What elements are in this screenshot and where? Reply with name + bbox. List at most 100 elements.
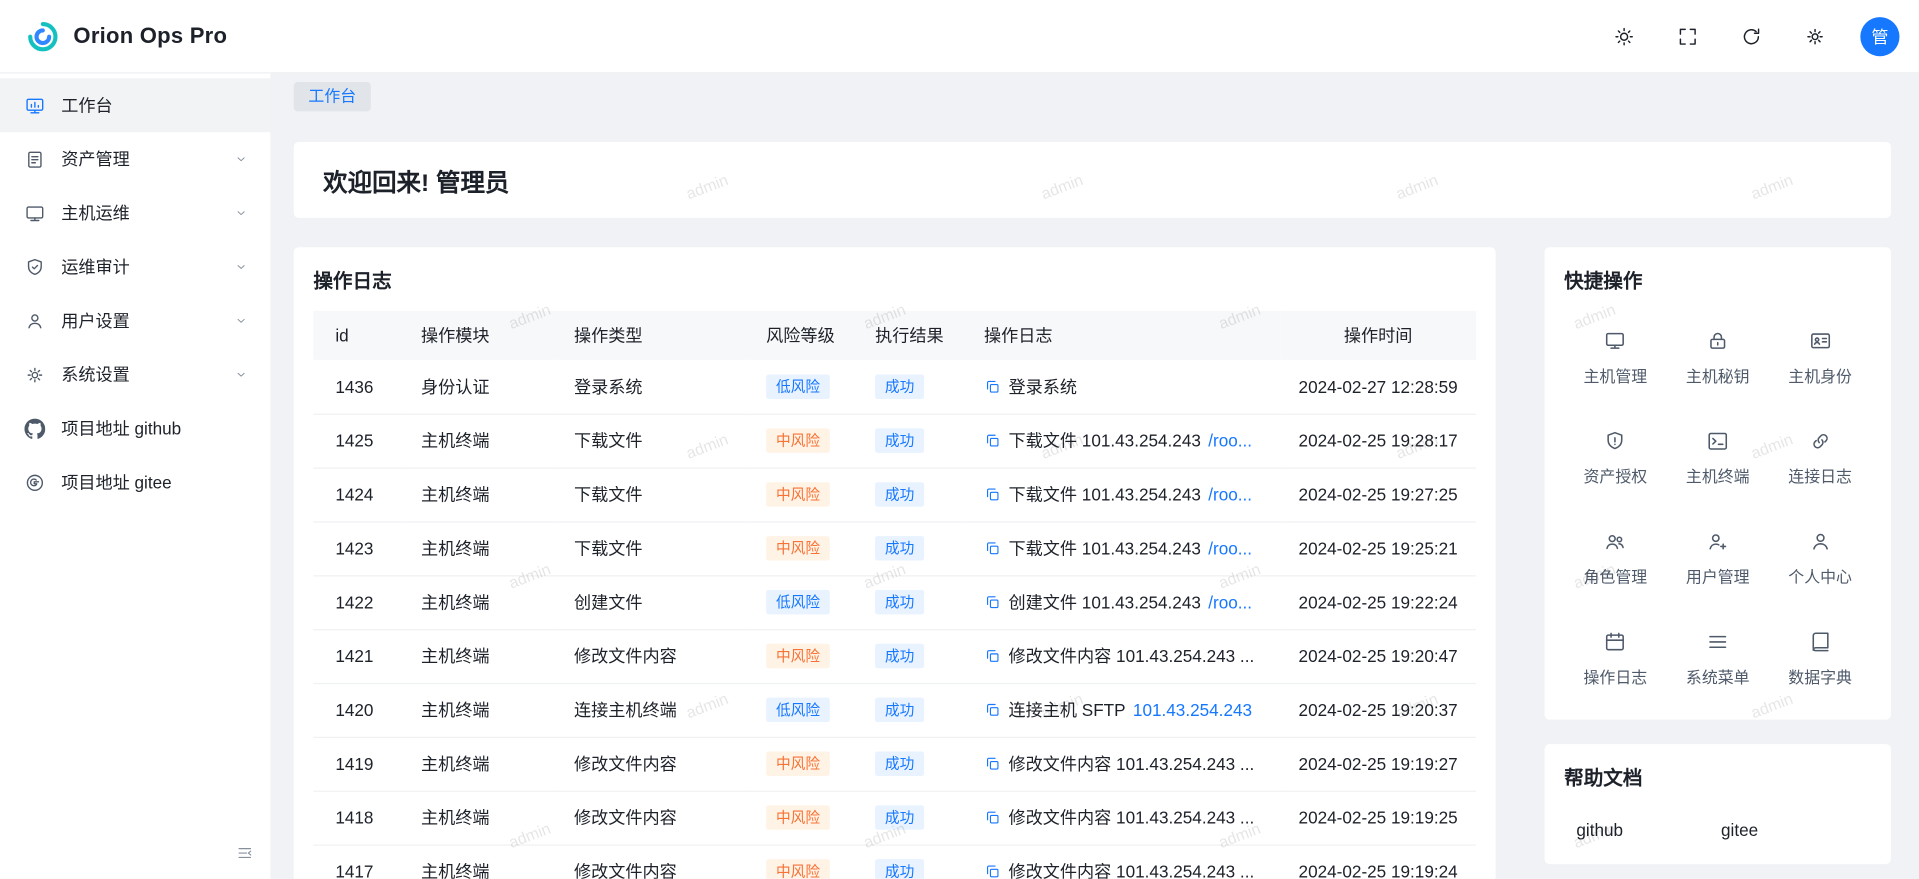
log-link[interactable]: 101.43.254.243 — [1133, 700, 1252, 720]
log-time-cell: 2024-02-25 19:27:25 — [1280, 468, 1476, 522]
log-time-cell: 2024-02-25 19:25:21 — [1280, 521, 1476, 575]
log-type-cell: 修改文件内容 — [554, 844, 746, 878]
quick-action-personal-center[interactable]: 个人中心 — [1769, 512, 1871, 605]
theme-toggle-button[interactable] — [1606, 18, 1643, 55]
log-message-cell: 下载文件 101.43.254.243 /roo... — [964, 521, 1280, 575]
quick-action-asset-authorization[interactable]: 资产授权 — [1564, 411, 1666, 504]
quick-action-label: 资产授权 — [1583, 463, 1647, 486]
sidebar-item-host-ops[interactable]: 主机运维 — [0, 186, 270, 240]
quick-action-label: 角色管理 — [1583, 564, 1647, 587]
log-link[interactable]: /roo... — [1208, 431, 1252, 451]
log-risk-cell: 中风险 — [747, 521, 856, 575]
risk-badge: 中风险 — [766, 805, 830, 829]
refresh-icon — [1740, 25, 1762, 47]
copy-icon[interactable] — [984, 755, 1001, 772]
log-result-cell: 成功 — [856, 468, 965, 522]
log-module-cell: 主机终端 — [401, 468, 554, 522]
refresh-button[interactable] — [1733, 18, 1770, 55]
app-title: Orion Ops Pro — [73, 23, 227, 49]
log-link[interactable]: /roo... — [1208, 485, 1252, 505]
sidebar-item-project-gitee[interactable]: 项目地址 gitee — [0, 455, 270, 509]
dashboard-icon — [24, 95, 45, 116]
fullscreen-button[interactable] — [1669, 18, 1706, 55]
log-type-cell: 修改文件内容 — [554, 737, 746, 791]
log-time-cell: 2024-02-25 19:19:25 — [1280, 791, 1476, 845]
column-header: 操作类型 — [554, 311, 746, 360]
copy-icon[interactable] — [984, 486, 1001, 503]
chevron-down-icon — [234, 152, 249, 167]
calendar-icon — [1604, 630, 1627, 653]
sidebar-collapse-button[interactable] — [234, 842, 256, 864]
collapse-menu-icon — [236, 844, 253, 861]
gear-icon — [1804, 25, 1826, 47]
log-module-cell: 主机终端 — [401, 737, 554, 791]
sidebar-item-system-settings[interactable]: 系统设置 — [0, 348, 270, 402]
log-time-cell: 2024-02-27 12:28:59 — [1280, 360, 1476, 414]
sidebar-item-project-github[interactable]: 项目地址 github — [0, 401, 270, 455]
log-id-cell: 1422 — [313, 575, 401, 629]
quick-action-host-management[interactable]: 主机管理 — [1564, 311, 1666, 404]
log-risk-cell: 中风险 — [747, 737, 856, 791]
help-link-github[interactable]: github — [1576, 820, 1623, 840]
sidebar-item-workbench[interactable]: 工作台 — [0, 78, 270, 132]
result-badge: 成功 — [875, 482, 924, 506]
log-type-cell: 连接主机终端 — [554, 683, 746, 737]
log-id-cell: 1420 — [313, 683, 401, 737]
user-avatar[interactable]: 管 — [1860, 17, 1899, 56]
copy-icon[interactable] — [984, 540, 1001, 557]
help-links: github gitee — [1564, 808, 1871, 840]
log-module-cell: 主机终端 — [401, 844, 554, 878]
log-message-cell: 登录系统 — [964, 360, 1280, 414]
copy-icon[interactable] — [984, 809, 1001, 826]
terminal-icon — [1706, 429, 1729, 452]
quick-action-host-keys[interactable]: 主机秘钥 — [1667, 311, 1769, 404]
quick-action-operation-logs[interactable]: 操作日志 — [1564, 612, 1666, 705]
tab-workbench[interactable]: 工作台 — [294, 82, 371, 111]
log-type-cell: 下载文件 — [554, 521, 746, 575]
copy-icon[interactable] — [984, 701, 1001, 718]
log-link[interactable]: /roo... — [1208, 539, 1252, 559]
menu-icon — [1706, 630, 1729, 653]
log-link[interactable]: /roo... — [1208, 592, 1252, 612]
tabs-bar: 工作台 — [294, 73, 1891, 120]
quick-action-data-dictionary[interactable]: 数据字典 — [1769, 612, 1871, 705]
copy-icon[interactable] — [984, 594, 1001, 611]
table-row: 1423主机终端下载文件中风险成功下载文件 101.43.254.243 /ro… — [313, 521, 1476, 575]
gitee-icon — [24, 472, 45, 493]
column-header: id — [313, 311, 401, 360]
sidebar-item-asset-management[interactable]: 资产管理 — [0, 132, 270, 186]
quick-action-connection-logs[interactable]: 连接日志 — [1769, 411, 1871, 504]
help-link-gitee[interactable]: gitee — [1721, 820, 1758, 840]
risk-badge: 中风险 — [766, 644, 830, 668]
sidebar-item-user-settings[interactable]: 用户设置 — [0, 294, 270, 348]
table-row: 1418主机终端修改文件内容中风险成功修改文件内容 101.43.254.243… — [313, 791, 1476, 845]
copy-icon[interactable] — [984, 863, 1001, 879]
chevron-down-icon — [234, 259, 249, 274]
log-module-cell: 主机终端 — [401, 683, 554, 737]
sidebar-item-ops-audit[interactable]: 运维审计 — [0, 240, 270, 294]
copy-icon[interactable] — [984, 647, 1001, 664]
app-header: Orion Ops Pro 管 — [0, 0, 1919, 73]
quick-action-role-management[interactable]: 角色管理 — [1564, 512, 1666, 605]
sidebar: 工作台资产管理主机运维运维审计用户设置系统设置项目地址 github项目地址 g… — [0, 73, 272, 878]
log-message-text: 修改文件内容 101.43.254.243 ... — [1008, 859, 1254, 879]
settings-button[interactable] — [1797, 18, 1834, 55]
log-message-text: 下载文件 101.43.254.243 — [1008, 482, 1200, 506]
quick-action-system-menu[interactable]: 系统菜单 — [1667, 612, 1769, 705]
log-type-cell: 修改文件内容 — [554, 629, 746, 683]
risk-badge: 中风险 — [766, 428, 830, 452]
log-type-cell: 下载文件 — [554, 468, 746, 522]
table-header: id操作模块操作类型风险等级执行结果操作日志操作时间 — [313, 311, 1476, 360]
log-module-cell: 主机终端 — [401, 629, 554, 683]
link-icon — [1809, 429, 1832, 452]
result-badge: 成功 — [875, 751, 924, 775]
column-header: 操作模块 — [401, 311, 554, 360]
log-message-text: 修改文件内容 101.43.254.243 ... — [1008, 644, 1254, 668]
quick-action-user-management[interactable]: 用户管理 — [1667, 512, 1769, 605]
copy-icon[interactable] — [984, 378, 1001, 395]
log-result-cell: 成功 — [856, 521, 965, 575]
quick-action-host-terminal[interactable]: 主机终端 — [1667, 411, 1769, 504]
user-add-icon — [1706, 529, 1729, 552]
quick-action-host-identity[interactable]: 主机身份 — [1769, 311, 1871, 404]
copy-icon[interactable] — [984, 432, 1001, 449]
